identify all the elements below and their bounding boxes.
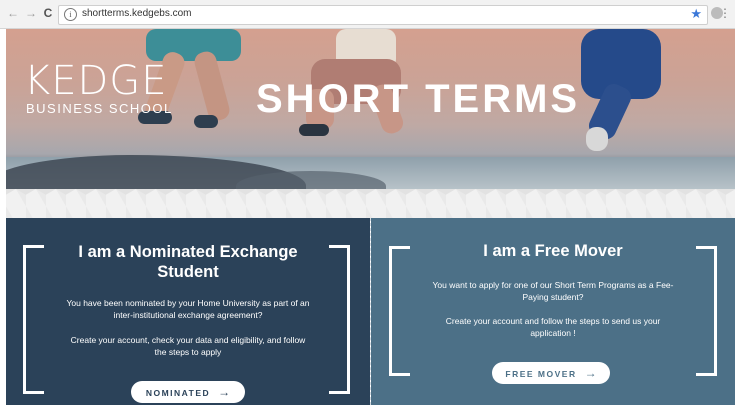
nominated-button-label: NOMINATED — [145, 388, 211, 398]
nominated-button[interactable]: NOMINATED → — [131, 381, 245, 403]
menu-icon[interactable]: ⋮ — [719, 6, 731, 20]
kedge-logo-subtitle: BUSINESS SCHOOL — [26, 101, 173, 116]
arrow-right-icon: → — [218, 385, 231, 399]
decorative-pattern-strip — [6, 189, 735, 218]
free-mover-instructions: Create your account and follow the steps… — [445, 316, 661, 338]
kedge-logo[interactable]: KEDGE — [24, 61, 168, 101]
bracket-right-decoration — [329, 245, 350, 394]
nominated-title: I am a Nominated Exchange Student — [78, 243, 298, 281]
arrow-right-icon: → — [584, 366, 597, 380]
free-mover-button-label: FREE MOVER — [505, 369, 577, 379]
bracket-right-decoration — [696, 246, 717, 376]
bracket-left-decoration — [389, 246, 410, 376]
bookmark-star-icon[interactable]: ★ — [690, 6, 702, 22]
bracket-left-decoration — [23, 245, 44, 394]
hero-banner: KEDGE BUSINESS SCHOOL SHORT TERMS — [6, 29, 735, 189]
jumper-right-illustration — [566, 29, 686, 159]
free-mover-title: I am a Free Mover — [483, 242, 623, 260]
back-arrow-icon[interactable]: ← — [6, 6, 20, 20]
info-icon[interactable]: i — [64, 8, 77, 21]
nominated-card: I am a Nominated Exchange Student You ha… — [6, 218, 370, 405]
free-mover-description: You want to apply for one of our Short T… — [432, 280, 674, 302]
url-text: shortterms.kedgebs.com — [82, 8, 192, 19]
browser-toolbar: ← → C i shortterms.kedgebs.com ★ ⋮ — [0, 0, 735, 29]
nominated-description: You have been nominated by your Home Uni… — [66, 298, 310, 320]
forward-arrow-icon[interactable]: → — [24, 6, 38, 20]
free-mover-button[interactable]: FREE MOVER → — [492, 362, 610, 384]
reload-icon[interactable]: C — [41, 6, 55, 20]
nominated-instructions: Create your account, check your data and… — [70, 335, 306, 357]
hero-title: SHORT TERMS — [256, 77, 581, 121]
address-bar[interactable]: i shortterms.kedgebs.com ★ — [58, 5, 708, 25]
free-mover-card: I am a Free Mover You want to apply for … — [371, 218, 735, 405]
